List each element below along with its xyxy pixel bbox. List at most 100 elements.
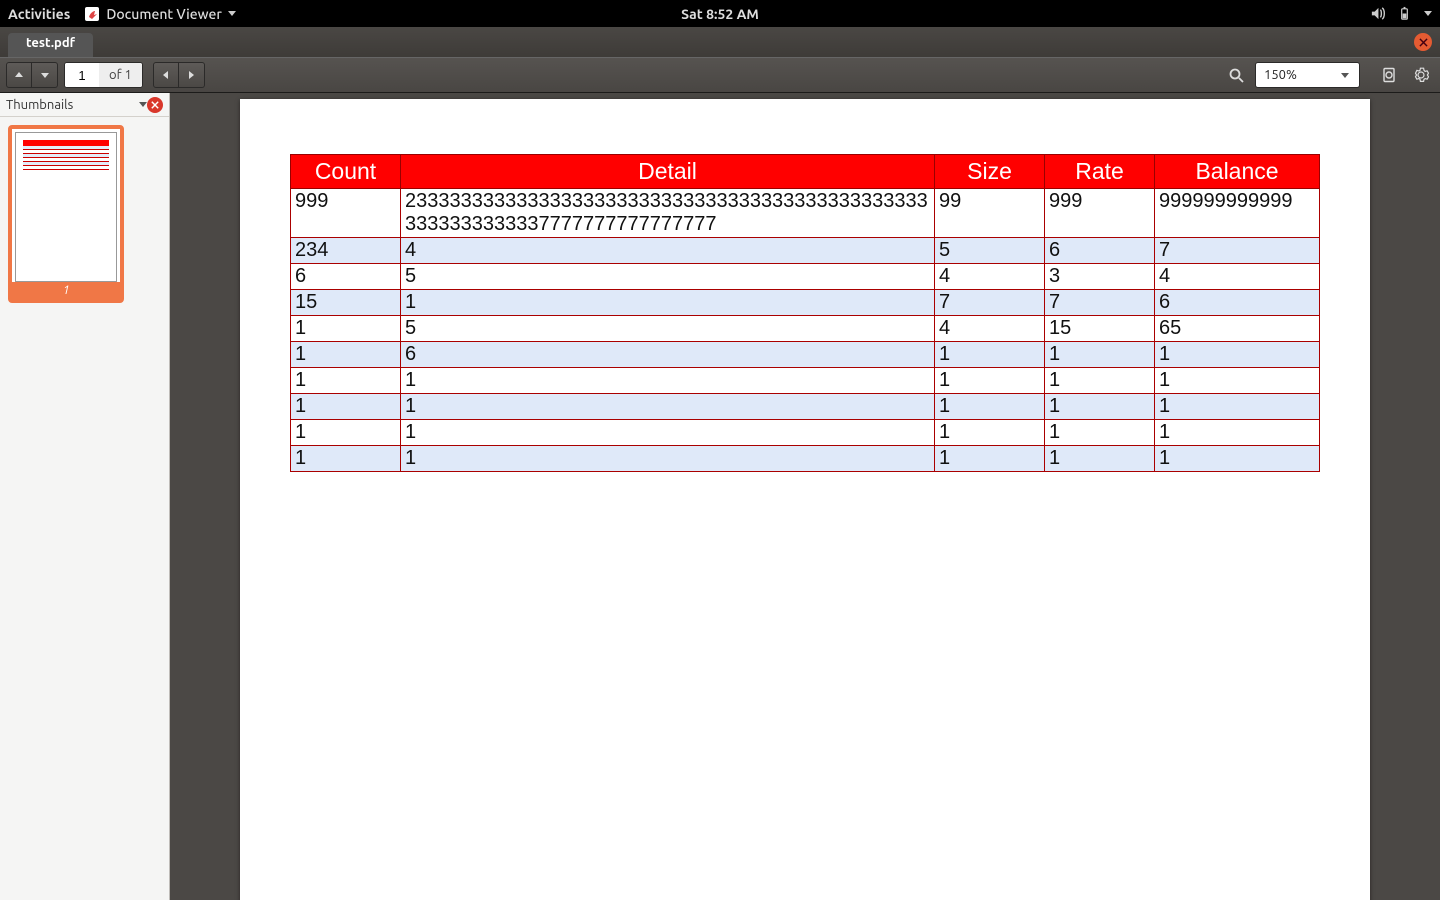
cell-rate: 3 xyxy=(1045,264,1155,290)
cell-detail: 1 xyxy=(401,394,935,420)
cell-balance: 1 xyxy=(1155,368,1320,394)
cell-rate: 1 xyxy=(1045,394,1155,420)
system-menu-chevron-icon[interactable] xyxy=(1424,11,1432,16)
sidebar-mode-label: Thumbnails xyxy=(6,98,73,112)
sidebar-close-button[interactable] xyxy=(147,97,163,113)
chevron-down-icon xyxy=(139,102,147,107)
cell-size: 99 xyxy=(935,189,1045,238)
cell-count: 1 xyxy=(291,446,401,472)
history-back-button[interactable] xyxy=(153,62,179,88)
window-close-button[interactable] xyxy=(1414,33,1432,51)
table-row: 11111 xyxy=(291,394,1320,420)
sidebar-header: Thumbnails xyxy=(0,93,169,117)
cell-rate: 999 xyxy=(1045,189,1155,238)
chevron-down-icon xyxy=(1339,69,1351,81)
cell-size: 1 xyxy=(935,342,1045,368)
cell-detail: 6 xyxy=(401,342,935,368)
gear-menu-button[interactable] xyxy=(1408,62,1434,88)
cell-count: 234 xyxy=(291,238,401,264)
cell-detail: 5 xyxy=(401,316,935,342)
cell-size: 1 xyxy=(935,394,1045,420)
chevron-down-icon xyxy=(228,11,236,16)
cell-balance: 6 xyxy=(1155,290,1320,316)
cell-size: 4 xyxy=(935,316,1045,342)
zoom-selector[interactable]: 150% xyxy=(1255,62,1360,88)
table-header-balance: Balance xyxy=(1155,155,1320,189)
sidebar: Thumbnails 1 xyxy=(0,93,170,900)
cell-balance: 999999999999 xyxy=(1155,189,1320,238)
cell-rate: 15 xyxy=(1045,316,1155,342)
cell-rate: 1 xyxy=(1045,420,1155,446)
cell-detail: 1 xyxy=(401,368,935,394)
cell-detail: 2333333333333333333333333333333333333333… xyxy=(401,189,935,238)
table-row: 11111 xyxy=(291,420,1320,446)
activities-button[interactable]: Activities xyxy=(8,6,70,22)
cell-size: 4 xyxy=(935,264,1045,290)
cell-balance: 1 xyxy=(1155,420,1320,446)
thumbnail-preview xyxy=(15,132,117,282)
cell-size: 5 xyxy=(935,238,1045,264)
cell-balance: 65 xyxy=(1155,316,1320,342)
next-page-button[interactable] xyxy=(32,62,58,88)
cell-detail: 1 xyxy=(401,446,935,472)
cell-size: 1 xyxy=(935,420,1045,446)
table-header-rate: Rate xyxy=(1045,155,1155,189)
cell-count: 1 xyxy=(291,316,401,342)
cell-rate: 1 xyxy=(1045,368,1155,394)
page-number-input[interactable] xyxy=(65,63,99,87)
window-titlebar: test.pdf xyxy=(0,27,1440,57)
cell-rate: 1 xyxy=(1045,342,1155,368)
document-properties-button[interactable] xyxy=(1376,62,1402,88)
thumbnail-1[interactable]: 1 xyxy=(8,125,124,303)
table-row: 1541565 xyxy=(291,316,1320,342)
clock[interactable]: Sat 8:52 AM xyxy=(681,6,759,22)
cell-count: 1 xyxy=(291,394,401,420)
document-tab[interactable]: test.pdf xyxy=(8,33,93,57)
table-header-count: Count xyxy=(291,155,401,189)
cell-count: 6 xyxy=(291,264,401,290)
document-viewport[interactable]: Count Detail Size Rate Balance 999233333… xyxy=(170,93,1440,900)
cell-balance: 1 xyxy=(1155,394,1320,420)
pdf-page-1: Count Detail Size Rate Balance 999233333… xyxy=(240,99,1370,900)
table-row: 9992333333333333333333333333333333333333… xyxy=(291,189,1320,238)
cell-count: 1 xyxy=(291,420,401,446)
page-number-box: of 1 xyxy=(64,62,143,88)
cell-size: 1 xyxy=(935,446,1045,472)
history-nav-group xyxy=(153,62,205,88)
page-nav-group xyxy=(6,62,58,88)
cell-detail: 5 xyxy=(401,264,935,290)
cell-count: 1 xyxy=(291,342,401,368)
gnome-top-panel: Activities Document Viewer Sat 8:52 AM xyxy=(0,0,1440,27)
cell-count: 1 xyxy=(291,368,401,394)
prev-page-button[interactable] xyxy=(6,62,32,88)
history-forward-button[interactable] xyxy=(179,62,205,88)
battery-icon[interactable] xyxy=(1397,6,1412,21)
search-button[interactable] xyxy=(1223,62,1249,88)
app-menu-label: Document Viewer xyxy=(106,6,222,22)
cell-balance: 7 xyxy=(1155,238,1320,264)
thumbnail-page-number: 1 xyxy=(12,282,120,299)
sidebar-mode-selector[interactable]: Thumbnails xyxy=(6,98,147,112)
cell-rate: 7 xyxy=(1045,290,1155,316)
cell-rate: 1 xyxy=(1045,446,1155,472)
cell-balance: 4 xyxy=(1155,264,1320,290)
cell-count: 999 xyxy=(291,189,401,238)
cell-balance: 1 xyxy=(1155,446,1320,472)
cell-detail: 4 xyxy=(401,238,935,264)
cell-size: 7 xyxy=(935,290,1045,316)
table-header-row: Count Detail Size Rate Balance xyxy=(291,155,1320,189)
cell-size: 1 xyxy=(935,368,1045,394)
sound-icon[interactable] xyxy=(1370,6,1385,21)
table-row: 16111 xyxy=(291,342,1320,368)
cell-rate: 6 xyxy=(1045,238,1155,264)
table-row: 2344567 xyxy=(291,238,1320,264)
table-row: 11111 xyxy=(291,446,1320,472)
app-menu[interactable]: Document Viewer xyxy=(84,6,236,22)
toolbar: of 1 150% xyxy=(0,57,1440,93)
zoom-value: 150% xyxy=(1264,68,1297,82)
evince-icon xyxy=(84,6,100,22)
data-table: Count Detail Size Rate Balance 999233333… xyxy=(290,154,1320,472)
table-header-detail: Detail xyxy=(401,155,935,189)
table-header-size: Size xyxy=(935,155,1045,189)
cell-detail: 1 xyxy=(401,290,935,316)
